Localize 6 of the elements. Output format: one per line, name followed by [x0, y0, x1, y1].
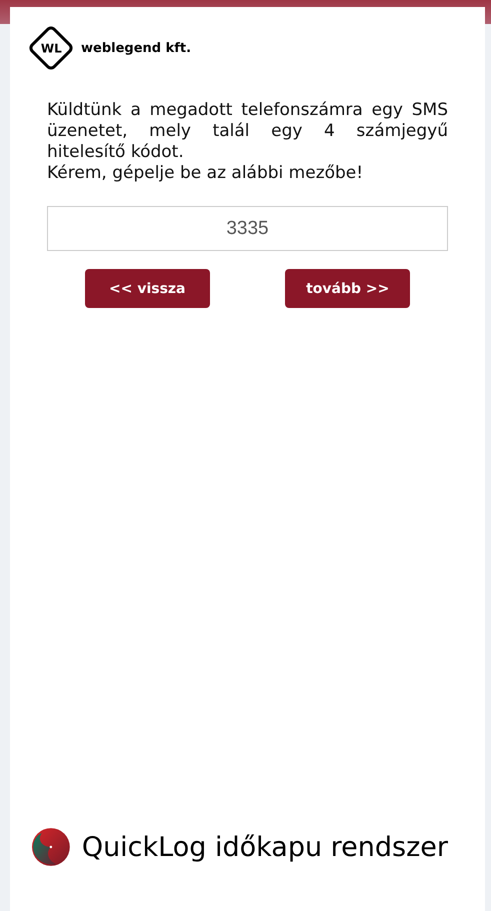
system-title: QuickLog időkapu rendszer [82, 832, 448, 862]
nav-button[interactable]: << vissza [84, 269, 210, 308]
company-name: weblegend kft. [81, 40, 192, 56]
instruction-text: Küldtünk a megadott telefonszámra egy SMS üzenetet, mely talál egy 4 számjegyű hitelesítő kódot. Kérem, gépelje be az alábbi mezőbe! [47, 100, 448, 184]
nav-button[interactable]: tovább >> [285, 269, 410, 308]
code-input-field[interactable]: 3335 [47, 206, 448, 251]
